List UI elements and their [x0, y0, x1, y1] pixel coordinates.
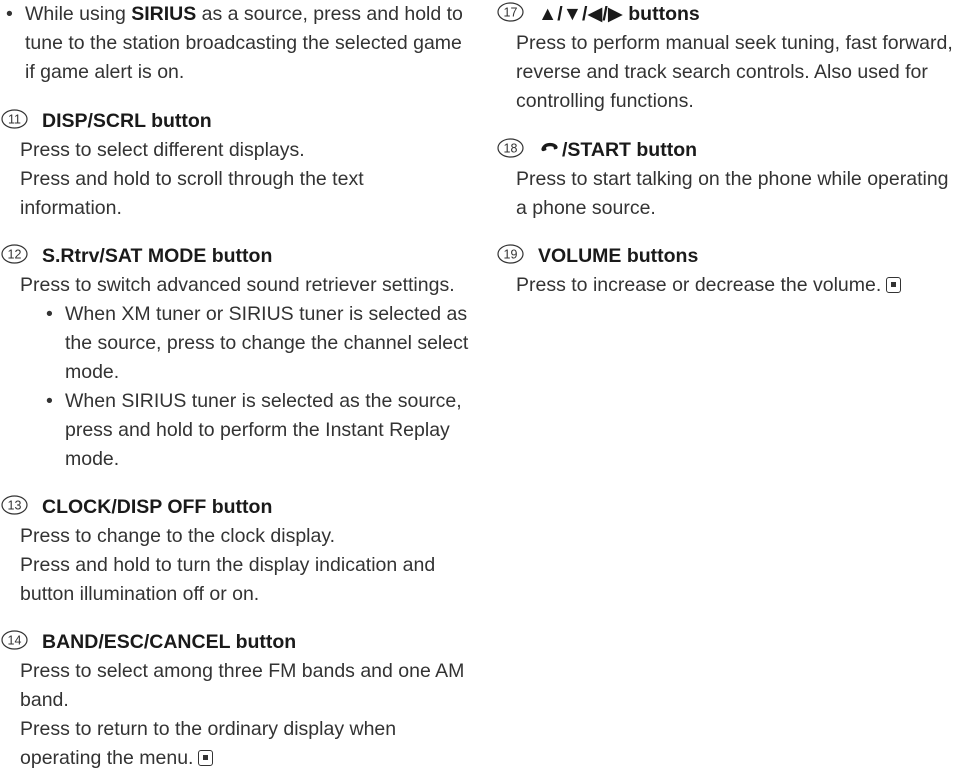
end-of-section-icon: [886, 277, 902, 293]
item-14-number: 14: [8, 634, 22, 648]
item-11-body: Press to select different displays. Pres…: [0, 136, 470, 223]
circled-number-icon: 11: [1, 109, 28, 129]
right-column: 17 ▲/▼/◀/▶ buttons Press to perform manu…: [496, 0, 959, 300]
manual-page: • While using SIRIUS as a source, press a…: [0, 0, 959, 780]
item-18-paragraph-1: Press to start talking on the phone whil…: [516, 168, 949, 219]
left-column: • While using SIRIUS as a source, press a…: [0, 0, 470, 773]
item-17-heading: 17 ▲/▼/◀/▶ buttons: [496, 0, 959, 29]
circled-number-icon: 18: [497, 138, 524, 158]
item-13-body: Press to change to the clock display. Pr…: [0, 522, 470, 609]
item-13-number: 13: [8, 499, 22, 513]
item-12-heading: 12 S.Rtrv/SAT MODE button: [0, 242, 470, 271]
item-11-number: 11: [8, 113, 21, 127]
item-19-heading: 19 VOLUME buttons: [496, 242, 959, 271]
circled-number-icon: 19: [497, 244, 524, 264]
item-17-title: ▲/▼/◀/▶ buttons: [538, 3, 700, 25]
intro-bullet: • While using SIRIUS as a source, press a…: [0, 0, 470, 87]
item-17-number: 17: [504, 6, 518, 20]
item-19-paragraph-1-wrap: Press to increase or decrease the volume…: [516, 271, 959, 300]
item-19-title: VOLUME buttons: [538, 245, 699, 267]
item-13-paragraph-2: Press and hold to turn the display indic…: [20, 554, 436, 605]
item-14: 14 BAND/ESC/CANCEL button Press to selec…: [0, 628, 470, 773]
item-17: 17 ▲/▼/◀/▶ buttons Press to perform manu…: [496, 0, 959, 116]
item-12-bullet-2-text: When SIRIUS tuner is selected as the sou…: [65, 390, 462, 470]
circled-number-icon: 17: [497, 2, 524, 22]
item-13-paragraph-1: Press to change to the clock display.: [20, 525, 336, 547]
item-18: 18 /START button Press to start talking …: [496, 136, 959, 223]
item-12-bullet-2: • When SIRIUS tuner is selected as the so…: [40, 387, 470, 474]
item-14-title: BAND/ESC/CANCEL button: [42, 631, 297, 653]
item-13-title: CLOCK/DISP OFF button: [42, 496, 273, 518]
item-11-title: DISP/SCRL button: [42, 110, 212, 132]
item-11-paragraph-2: Press and hold to scroll through the tex…: [20, 168, 364, 219]
bullet-icon: •: [6, 3, 13, 25]
item-11-paragraph-1: Press to select different displays.: [20, 139, 305, 161]
item-17-paragraph-1: Press to perform manual seek tuning, fas…: [516, 32, 953, 112]
item-14-heading: 14 BAND/ESC/CANCEL button: [0, 628, 470, 657]
item-11-heading: 11 DISP/SCRL button: [0, 107, 470, 136]
circled-number-icon: 14: [1, 630, 28, 650]
intro-text-bold: SIRIUS: [131, 3, 197, 25]
item-12-bullet-1: • When XM tuner or SIRIUS tuner is select…: [40, 300, 470, 387]
item-19-body: Press to increase or decrease the volume…: [496, 271, 959, 300]
item-13: 13 CLOCK/DISP OFF button Press to change…: [0, 493, 470, 609]
item-12-number: 12: [8, 248, 22, 262]
bullet-icon: •: [46, 303, 53, 325]
phone-icon: [538, 138, 560, 156]
item-19-paragraph-1: Press to increase or decrease the volume…: [516, 274, 882, 296]
item-12-title: S.Rtrv/SAT MODE button: [42, 245, 273, 267]
bullet-icon: •: [46, 390, 53, 412]
end-of-section-icon: [198, 750, 214, 766]
item-14-paragraph-1: Press to select among three FM bands and…: [20, 660, 465, 711]
item-17-body: Press to perform manual seek tuning, fas…: [496, 29, 959, 116]
item-18-body: Press to start talking on the phone whil…: [496, 165, 959, 223]
item-12-body: Press to switch advanced sound retriever…: [0, 271, 470, 474]
item-14-body: Press to select among three FM bands and…: [0, 657, 470, 773]
item-12-paragraph-1: Press to switch advanced sound retriever…: [20, 274, 455, 296]
item-14-paragraph-2-wrap: Press to return to the ordinary display …: [20, 715, 470, 773]
item-11: 11 DISP/SCRL button Press to select diff…: [0, 107, 470, 223]
circled-number-icon: 13: [1, 495, 28, 515]
item-19: 19 VOLUME buttons Press to increase or d…: [496, 242, 959, 300]
item-18-heading: 18 /START button: [496, 136, 959, 165]
item-19-number: 19: [504, 248, 518, 262]
circled-number-icon: 12: [1, 244, 28, 264]
intro-text-before: While using: [25, 3, 132, 25]
item-18-number: 18: [504, 142, 518, 156]
item-13-heading: 13 CLOCK/DISP OFF button: [0, 493, 470, 522]
item-12-bullet-1-text: When XM tuner or SIRIUS tuner is selecte…: [65, 303, 469, 383]
item-12: 12 S.Rtrv/SAT MODE button Press to switc…: [0, 242, 470, 474]
item-18-title: /START button: [562, 139, 698, 161]
